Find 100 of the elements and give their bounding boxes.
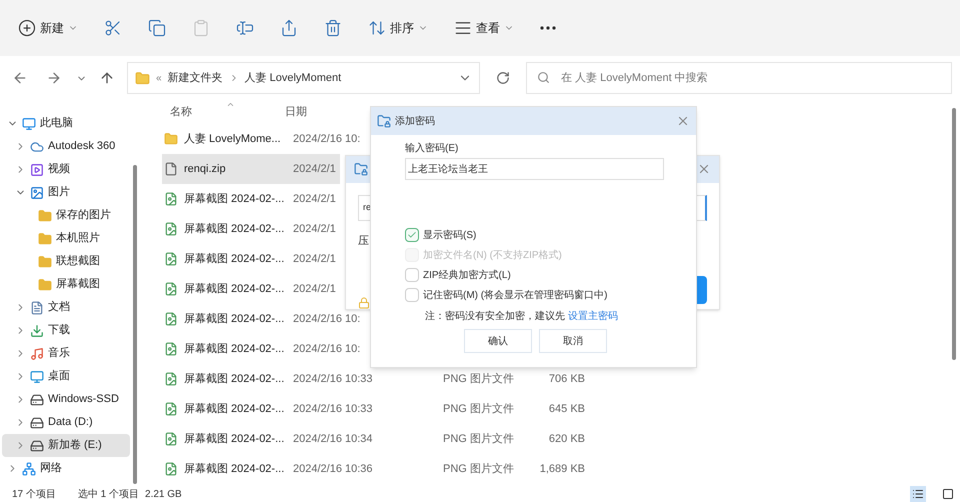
rename-icon xyxy=(236,19,254,37)
sidebar-item[interactable]: Windows-SSD xyxy=(2,388,130,411)
document-icon xyxy=(30,300,44,314)
sidebar-item[interactable]: 文档 xyxy=(2,296,130,319)
sidebar-item[interactable]: 视频 xyxy=(2,158,130,181)
checkbox[interactable] xyxy=(405,288,419,302)
sidebar-item[interactable]: 桌面 xyxy=(2,365,130,388)
image-file-icon xyxy=(164,432,178,446)
checkbox[interactable] xyxy=(405,268,419,282)
address-bar[interactable]: « 新建文件夹 人妻 LovelyMoment xyxy=(127,62,480,94)
back-icon[interactable] xyxy=(12,70,28,86)
close-icon[interactable] xyxy=(676,114,690,128)
file-row[interactable]: 屏幕截图 2024-02-... 2024/2/1 xyxy=(162,244,340,274)
file-row[interactable]: 屏幕截图 2024-02-... 2024/2/1 xyxy=(162,274,340,304)
file-row[interactable]: 屏幕截图 2024-02-... 2024/2/1 xyxy=(162,184,340,214)
file-row[interactable]: 屏幕截图 2024-02-... 2024/2/16 10:33 xyxy=(162,364,377,394)
sidebar-item[interactable]: 下载 xyxy=(2,319,130,342)
sidebar-item[interactable]: 本机照片 xyxy=(2,227,130,250)
cut-icon xyxy=(104,19,122,37)
path-segment[interactable]: 新建文件夹 xyxy=(168,70,223,86)
file-name: 屏幕截图 2024-02-... xyxy=(184,462,284,477)
image-file-icon xyxy=(164,402,178,416)
music-icon xyxy=(30,346,44,360)
folder-icon xyxy=(38,278,52,292)
sidebar-item[interactable]: 联想截图 xyxy=(2,250,130,273)
file-type: PNG 图片文件 xyxy=(443,402,515,417)
file-row[interactable]: 屏幕截图 2024-02-... 2024/2/16 10:36 xyxy=(162,454,377,484)
selection-size: 2.21 GB xyxy=(145,488,182,502)
file-row[interactable]: renqi.zip 2024/2/1 xyxy=(162,154,340,184)
toolbar-button[interactable]: 排序 xyxy=(360,12,436,44)
password-field[interactable]: 上老王论坛当老王 xyxy=(405,158,664,180)
sidebar-item[interactable]: Data (D:) xyxy=(2,411,130,434)
network-icon xyxy=(22,462,36,476)
folder-icon xyxy=(38,232,52,246)
option-label: 记住密码(M) (将会显示在管理密码窗口中) xyxy=(423,288,608,302)
details-view-button[interactable] xyxy=(910,486,926,502)
file-name: 屏幕截图 2024-02-... xyxy=(184,342,284,357)
refresh-icon[interactable] xyxy=(496,71,510,85)
sidebar-item[interactable]: 新加卷 (E:) xyxy=(2,434,130,457)
file-row[interactable]: 人妻 LovelyMome... 2024/2/16 10: xyxy=(162,124,364,154)
dialog-button[interactable]: 确认 xyxy=(464,329,532,353)
overflow-marker[interactable]: « xyxy=(156,70,162,86)
forward-icon[interactable] xyxy=(46,70,62,86)
file-row[interactable]: 屏幕截图 2024-02-... 2024/2/16 10:34 xyxy=(162,424,377,454)
download-icon xyxy=(30,324,44,338)
file-row[interactable]: 屏幕截图 2024-02-... 2024/2/1 xyxy=(162,214,340,244)
sort-arrows-icon xyxy=(368,19,386,37)
sidebar-item[interactable]: Autodesk 360 xyxy=(2,135,130,158)
file-name: 屏幕截图 2024-02-... xyxy=(184,222,284,237)
file-type: PNG 图片文件 xyxy=(443,372,515,387)
file-name: 屏幕截图 2024-02-... xyxy=(184,432,284,447)
file-name: 屏幕截图 2024-02-... xyxy=(184,282,284,297)
file-size: 706 KB xyxy=(548,372,585,387)
sidebar-item[interactable]: 屏幕截图 xyxy=(2,273,130,296)
sidebar-item[interactable]: 此电脑 xyxy=(2,112,130,135)
up-icon[interactable] xyxy=(99,70,115,86)
share-icon xyxy=(280,19,298,37)
checkbox[interactable] xyxy=(405,228,419,242)
copy-icon xyxy=(148,19,166,37)
scrollbar-thumb[interactable] xyxy=(952,108,956,360)
sidebar-item[interactable]: 保存的图片 xyxy=(2,204,130,227)
toolbar-button[interactable]: 新建 xyxy=(10,12,86,44)
dialog-button[interactable]: 取消 xyxy=(539,329,607,353)
set-master-password-link[interactable]: 设置主密码 xyxy=(568,308,618,324)
image-file-icon xyxy=(164,462,178,476)
trash-icon xyxy=(324,19,342,37)
image-file-icon xyxy=(164,372,178,386)
file-name: 人妻 LovelyMome... xyxy=(184,132,281,147)
file-date: 2024/2/16 10: xyxy=(293,342,360,357)
sidebar-item[interactable]: 音乐 xyxy=(2,342,130,365)
column-header[interactable]: 名称 xyxy=(162,104,285,120)
toolbar-button[interactable]: 查看 xyxy=(446,12,522,44)
search-icon xyxy=(537,71,550,84)
image-file-icon xyxy=(164,222,178,236)
file-row[interactable]: 屏幕截图 2024-02-... 2024/2/16 10: xyxy=(162,304,364,334)
selection-count: 选中 1 个项目 xyxy=(78,488,140,502)
folder-icon xyxy=(164,132,178,146)
file-size: 620 KB xyxy=(548,432,585,447)
monitor-icon xyxy=(22,116,36,130)
scrollbar-thumb[interactable] xyxy=(133,165,137,484)
file-name: 屏幕截图 2024-02-... xyxy=(184,402,284,417)
drive-icon xyxy=(30,392,44,406)
file-date: 2024/2/1 xyxy=(293,162,336,177)
tiles-view-button[interactable] xyxy=(940,486,956,502)
sort-caret-icon xyxy=(226,100,235,109)
sidebar-item[interactable]: 网络 xyxy=(2,457,130,480)
search-field[interactable]: 在 人妻 LovelyMoment 中搜索 xyxy=(526,62,952,94)
image-file-icon xyxy=(164,252,178,266)
file-date: 2024/2/16 10:33 xyxy=(293,402,373,417)
square-icon xyxy=(942,488,954,500)
file-row[interactable]: 屏幕截图 2024-02-... 2024/2/16 10: xyxy=(162,334,364,364)
file-type: PNG 图片文件 xyxy=(443,432,515,447)
file-row[interactable]: 屏幕截图 2024-02-... 2024/2/16 10:33 xyxy=(162,394,377,424)
file-type: PNG 图片文件 xyxy=(443,462,515,477)
sidebar-item[interactable]: 图片 xyxy=(2,181,130,204)
security-note: 注：密码没有安全加密，建议先 xyxy=(425,310,565,324)
file-size: 1,689 KB xyxy=(538,462,585,477)
file-date: 2024/2/16 10:36 xyxy=(293,462,373,477)
path-segment[interactable]: 人妻 LovelyMoment xyxy=(244,70,342,86)
image-file-icon xyxy=(164,192,178,206)
